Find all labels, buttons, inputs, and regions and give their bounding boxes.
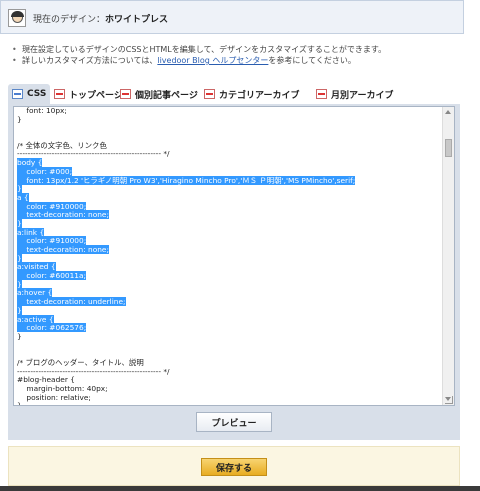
- code-line: text-decoration: underline;: [17, 297, 126, 307]
- tab-article-page[interactable]: 個別記事ページ: [120, 84, 198, 104]
- code-text[interactable]: font: 10px;}/* 全体の文字色、リンク色 --------------…: [17, 106, 440, 406]
- design-thumbnail-icon: [8, 9, 26, 27]
- code-line: color: #062576;: [17, 323, 87, 333]
- html-file-icon: [54, 89, 65, 99]
- save-panel: 保存する: [8, 446, 460, 486]
- instruction-item: 詳しいカスタマイズ方法については、livedoor Blog ヘルプセンターを参…: [12, 55, 472, 66]
- preview-button[interactable]: プレビュー: [196, 412, 272, 432]
- instruction-text: 詳しいカスタマイズ方法については、: [22, 56, 158, 65]
- code-line: color: #60011a;: [17, 271, 87, 281]
- instruction-item: 現在設定しているデザインのCSSとHTMLを編集して、デザインをカスタマイズする…: [12, 44, 472, 55]
- instruction-text: 現在設定しているデザインのCSSとHTMLを編集して、デザインをカスタマイズする…: [22, 45, 387, 54]
- tab-label: カテゴリアーカイブ: [219, 90, 300, 101]
- tab-category-archive[interactable]: カテゴリアーカイブ: [204, 84, 299, 104]
- html-file-icon: [204, 89, 215, 99]
- editor-panel: font: 10px;}/* 全体の文字色、リンク色 --------------…: [8, 104, 460, 440]
- code-line: }: [17, 184, 22, 194]
- code-line: }: [17, 279, 22, 289]
- scroll-up-icon[interactable]: [445, 110, 451, 114]
- taskbar-edge: [0, 486, 480, 491]
- resize-grip-icon[interactable]: [445, 396, 453, 404]
- code-line: ----------------------------------------…: [17, 366, 170, 376]
- code-line: ----------------------------------------…: [17, 149, 170, 159]
- help-center-link[interactable]: livedoor Blog ヘルプセンター: [157, 56, 268, 65]
- code-line: position: relative;: [17, 392, 91, 402]
- tab-label: 月別アーカイブ: [331, 90, 394, 101]
- editor-scrollbar[interactable]: [442, 107, 454, 405]
- css-file-icon: [12, 89, 23, 99]
- code-line: font: 10px;: [17, 106, 67, 115]
- code-line: text-decoration: none;: [17, 245, 109, 254]
- current-design-name: ホワイトプレス: [105, 15, 169, 25]
- code-line: }: [17, 331, 22, 341]
- scroll-thumb[interactable]: [445, 139, 452, 157]
- code-line: }: [17, 218, 22, 228]
- tab-label: CSS: [27, 89, 47, 99]
- instruction-text: を参考にしてください。: [268, 56, 356, 65]
- current-design-header: 現在のデザイン：ホワイトプレス: [0, 0, 464, 34]
- html-file-icon: [316, 89, 327, 99]
- tab-label: トップページ: [69, 90, 123, 101]
- code-line: body {: [17, 158, 43, 168]
- instructions-list: 現在設定しているデザインのCSSとHTMLを編集して、デザインをカスタマイズする…: [12, 44, 472, 66]
- code-line: }: [17, 401, 22, 406]
- code-line: }: [17, 253, 22, 263]
- save-button[interactable]: 保存する: [201, 458, 267, 476]
- current-design-prefix: 現在のデザイン：: [33, 15, 106, 25]
- tab-monthly-archive[interactable]: 月別アーカイブ: [316, 84, 393, 104]
- code-line: text-decoration: none;: [17, 210, 109, 220]
- tab-top-page[interactable]: トップページ: [54, 84, 123, 104]
- code-line: }: [17, 305, 22, 315]
- html-file-icon: [120, 89, 131, 99]
- code-line: font: 13px/1.2 'ヒラギノ明朝 Pro W3','Hiragino…: [17, 175, 356, 185]
- template-tabs: CSS トップページ 個別記事ページ カテゴリアーカイブ 月別アーカイブ: [8, 84, 460, 104]
- code-line: }: [17, 114, 22, 124]
- css-code-editor[interactable]: font: 10px;}/* 全体の文字色、リンク色 --------------…: [13, 106, 455, 406]
- tab-label: 個別記事ページ: [135, 90, 198, 101]
- tab-css[interactable]: CSS: [8, 84, 51, 104]
- current-design-label: 現在のデザイン：ホワイトプレス: [33, 12, 168, 25]
